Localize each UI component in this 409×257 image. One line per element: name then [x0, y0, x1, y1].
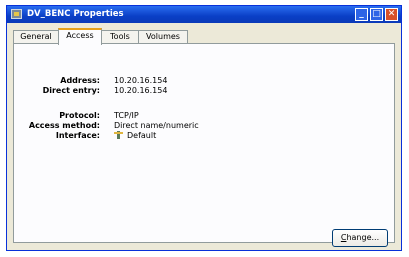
access-panel: Address: 10.20.16.154 Direct entry: 10.2…	[13, 43, 395, 247]
address-value: 10.20.16.154	[114, 76, 168, 85]
tab-tools[interactable]: Tools	[101, 30, 139, 44]
change-button[interactable]: Change...	[332, 229, 388, 247]
access-method-label: Access method:	[28, 121, 100, 130]
protocol-label: Protocol:	[59, 111, 100, 120]
maximize-button[interactable]: □	[370, 8, 383, 21]
tab-general[interactable]: General	[13, 30, 59, 44]
direct-entry-label: Direct entry:	[42, 86, 100, 95]
change-label: hange...	[346, 233, 380, 242]
direct-entry-value: 10.20.16.154	[114, 86, 168, 95]
minimize-button[interactable]: _	[355, 8, 368, 21]
access-method-value: Direct name/numeric	[114, 121, 199, 130]
tab-volumes[interactable]: Volumes	[138, 30, 188, 44]
address-label: Address:	[60, 76, 100, 85]
window-title: DV_BENC Properties	[27, 9, 124, 19]
protocol-value: TCP/IP	[114, 111, 139, 120]
title-bar[interactable]: DV_BENC Properties _ □ ✕	[7, 6, 401, 23]
close-button[interactable]: ✕	[385, 8, 398, 21]
properties-window: DV_BENC Properties _ □ ✕ General Access …	[6, 5, 402, 251]
interface-label: Interface:	[55, 131, 100, 140]
interface-value-wrap: Default	[114, 131, 156, 140]
tab-access[interactable]: Access	[58, 28, 102, 45]
computer-icon	[11, 9, 22, 19]
network-interface-icon	[114, 131, 123, 139]
interface-value: Default	[127, 131, 157, 140]
